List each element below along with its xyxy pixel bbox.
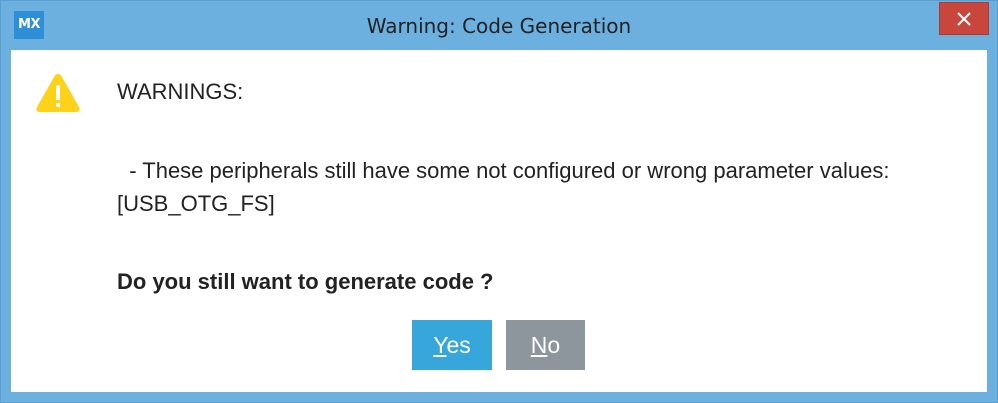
close-icon xyxy=(957,12,971,26)
dialog-content: WARNINGS: - These peripherals still have… xyxy=(11,50,987,392)
title-bar[interactable]: MX Warning: Code Generation xyxy=(1,1,997,50)
peripheral-list: [USB_OTG_FS] xyxy=(117,191,275,216)
warnings-heading: WARNINGS: xyxy=(117,79,244,104)
dialog-window: MX Warning: Code Generation WARNINGS: - … xyxy=(0,0,998,403)
window-title: Warning: Code Generation xyxy=(366,14,632,38)
no-label: o xyxy=(547,332,561,358)
yes-button[interactable]: Yes xyxy=(412,320,492,370)
warning-icon xyxy=(36,74,80,112)
confirm-question: Do you still want to generate code ? xyxy=(117,269,494,294)
close-button[interactable] xyxy=(939,2,989,35)
no-mnemonic: N xyxy=(530,332,548,358)
no-button[interactable]: No xyxy=(506,320,585,370)
yes-mnemonic: Y xyxy=(433,332,447,358)
yes-label: es xyxy=(446,332,471,358)
warning-message: - These peripherals still have some not … xyxy=(117,158,890,183)
